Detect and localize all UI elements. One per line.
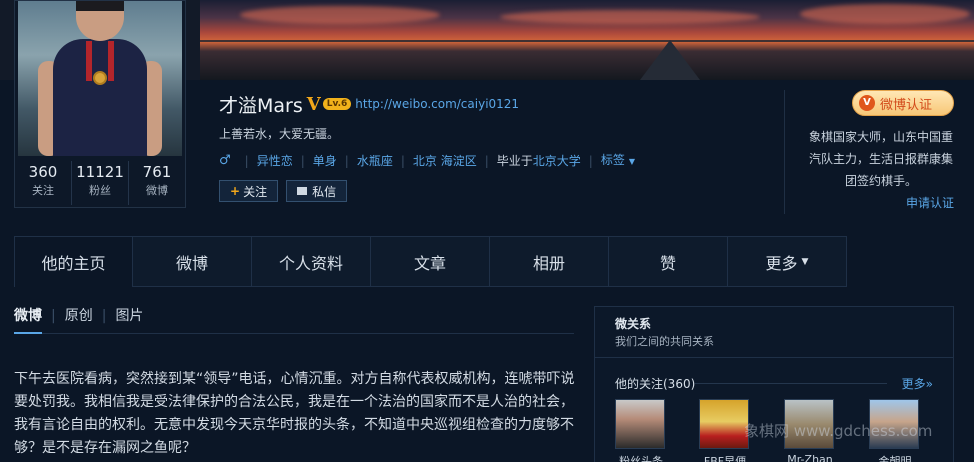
separator: | [244,154,249,168]
separator: | [400,154,405,168]
tab-likes[interactable]: 赞 [609,237,728,287]
avatar[interactable] [18,1,182,156]
banner-cloud [240,6,440,24]
tags-dropdown[interactable]: 标签 ▼ [601,152,635,170]
following-user[interactable]: 粉丝头条 [615,399,667,462]
divider [595,357,953,358]
profile-actions: + 关注 私信 [219,180,759,202]
stat-label: 微博 [146,184,168,197]
panel-subtitle: 我们之间的共同关系 [615,335,714,348]
profile-info: 才溢Mars V Lv.6 http://weibo.com/caiyi0121… [219,90,759,202]
banner-horizon [200,40,974,42]
verified-v-icon[interactable]: V [307,94,321,115]
tab-profile[interactable]: 个人资料 [252,237,371,287]
follow-button[interactable]: + 关注 [219,180,279,202]
panel-title: 微关系 [615,317,652,331]
user-avatar[interactable] [615,399,665,449]
banner-road [640,40,700,80]
stat-label: 关注 [32,184,54,197]
divider [695,383,887,384]
follow-label: 关注 [243,184,268,199]
verification-panel: V 微博认证 象棋国家大师，山东中国重汽队主力，生活日报群康集团签约棋手。 申请… [784,90,974,214]
stat-fans[interactable]: 11121 粉丝 [72,161,129,205]
separator: | [344,154,349,168]
feed-tab-original[interactable]: 原创 [65,306,93,333]
user-name[interactable]: 粉丝头条 [615,453,667,462]
profile-name: 才溢Mars [219,94,303,117]
verification-description: 象棋国家大师，山东中国重汽队主力，生活日报群康集团签约棋手。 [808,130,953,188]
more-following-link[interactable]: 更多» [902,375,933,392]
tab-articles[interactable]: 文章 [371,237,490,287]
cover-banner [200,0,974,80]
tag-location[interactable]: 北京 海淀区 [413,153,477,169]
tab-more-label: 更多 [765,253,798,273]
stat-following[interactable]: 360 关注 [15,161,72,205]
male-icon: ♂ [219,153,231,168]
banner-cloud [500,10,760,24]
apply-verification-link[interactable]: 申请认证 [906,194,954,211]
medal-icon [93,71,107,85]
banner-cloud [800,4,970,24]
caret-down-icon: ▼ [801,256,809,267]
site-watermark: 象棋网 www.gdchess.com [744,422,933,440]
separator: | [484,154,489,168]
level-badge[interactable]: Lv.6 [322,98,352,110]
separator: | [300,154,305,168]
profile-motto: 上善若水，大爱无疆。 [219,127,340,141]
message-icon [297,187,308,195]
verification-badge[interactable]: V 微博认证 [852,90,954,116]
tag-zodiac[interactable]: 水瓶座 [357,153,393,169]
plus-icon: + [230,184,241,198]
weibo-post-text: 下午去医院看病，突然接到某“领导”电话，心情沉重。对方自称代表权威机构，连唬带吓… [14,371,575,456]
tab-home[interactable]: 他的主页 [14,237,133,287]
feed-filter-tabs: 微博 | 原创 | 图片 [14,306,574,334]
separator: | [51,308,56,324]
user-name[interactable]: FBF早便 [699,453,751,462]
message-button[interactable]: 私信 [286,180,348,202]
education-prefix: 毕业于 [496,154,533,168]
profile-url-link[interactable]: http://weibo.com/caiyi0121 [355,97,519,111]
name-row: 才溢Mars V Lv.6 http://weibo.com/caiyi0121 [219,90,759,118]
user-name[interactable]: 金朝明 [869,453,921,462]
tab-weibo[interactable]: 微博 [133,237,252,287]
stat-weibo[interactable]: 761 微博 [129,161,185,205]
feed-tab-images[interactable]: 图片 [115,306,143,333]
stat-number: 761 [142,163,172,181]
user-avatar[interactable] [699,399,749,449]
tag-orientation[interactable]: 异性恋 [257,153,293,169]
stat-label: 粉丝 [89,184,111,197]
avatar-card: 360 关注 11121 粉丝 761 微博 [14,0,186,208]
user-name[interactable]: Mr-Zhan [784,453,836,462]
feed-tab-all[interactable]: 微博 [14,306,42,334]
tab-albums[interactable]: 相册 [490,237,609,287]
stat-number: 11121 [76,163,124,181]
tab-more[interactable]: 更多 ▼ [728,237,847,287]
avatar-hair [76,1,124,11]
tags-dropdown-label: 标签 [600,153,625,167]
profile-tabs: 他的主页 微博 个人资料 文章 相册 赞 更多 ▼ [14,236,847,287]
separator: | [588,154,593,168]
verified-v-icon: V [859,95,875,111]
following-heading[interactable]: 他的关注(360) [615,375,695,392]
tag-relationship[interactable]: 单身 [313,153,337,169]
stat-number: 360 [28,163,58,181]
separator: | [101,308,107,324]
message-label: 私信 [312,184,337,199]
education-link[interactable]: 北京大学 [533,153,581,169]
profile-stats: 360 关注 11121 粉丝 761 微博 [15,161,185,205]
caret-down-icon: ▼ [628,157,636,166]
verification-badge-label: 微博认证 [880,97,933,113]
profile-details: ♂ | 异性恋 | 单身 | 水瓶座 | 北京 海淀区 | 毕业于 北京大学 | … [219,152,759,170]
